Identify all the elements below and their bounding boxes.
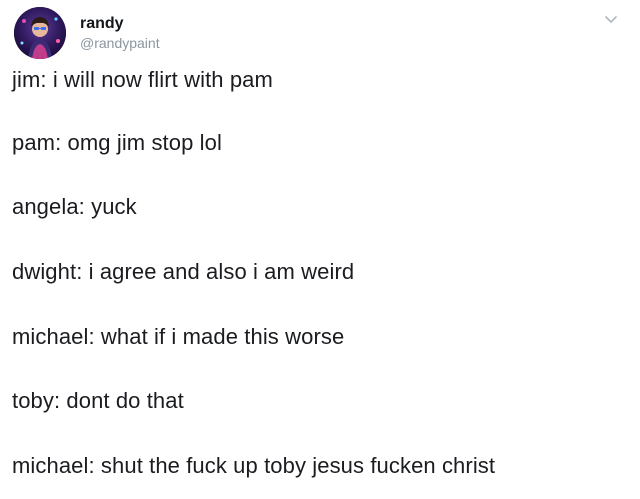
tweet-line: dwight: i agree and also i am weird	[12, 259, 355, 284]
display-name[interactable]: randy	[80, 14, 160, 34]
avatar[interactable]	[14, 7, 66, 59]
tweet-header: randy @randypaint	[14, 7, 160, 59]
tweet-line: pam: omg jim stop lol	[12, 130, 222, 155]
user-handle[interactable]: @randypaint	[80, 34, 160, 52]
tweet-line: toby: dont do that	[12, 388, 184, 413]
chevron-down-icon[interactable]	[602, 10, 620, 28]
tweet-card: randy @randypaint jim: i will now flirt …	[0, 0, 640, 499]
tweet-line: angela: yuck	[12, 194, 137, 219]
tweet-line: michael: shut the fuck up toby jesus fuc…	[12, 453, 496, 478]
author-names: randy @randypaint	[80, 14, 160, 52]
tweet-line: jim: i will now flirt with pam	[12, 67, 273, 92]
avatar-image	[14, 7, 66, 59]
tweet-line: michael: what if i made this worse	[12, 324, 345, 349]
